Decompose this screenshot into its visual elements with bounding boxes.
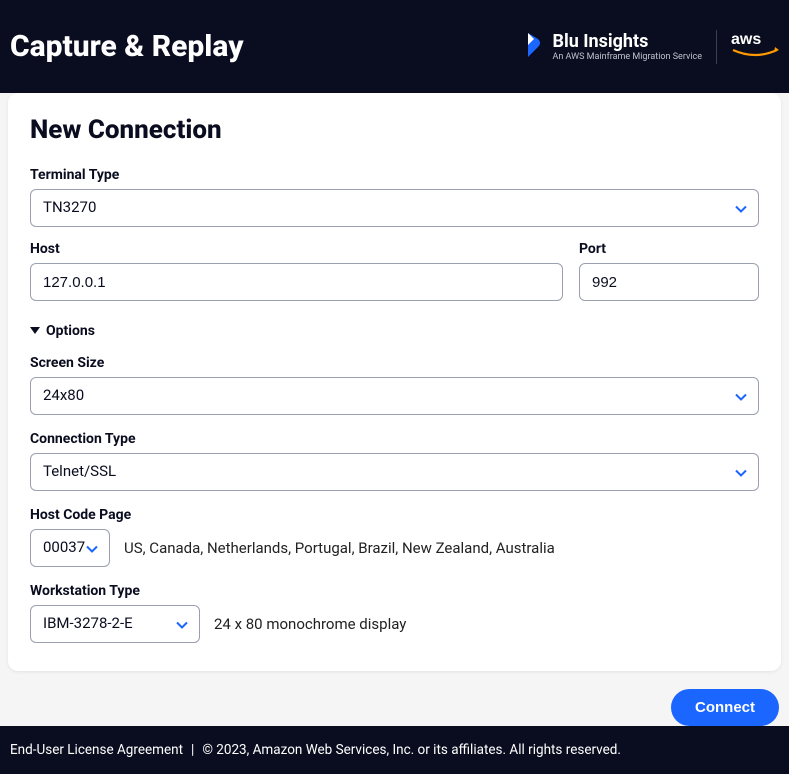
page-footer: End-User License Agreement | © 2023, Ama… bbox=[0, 726, 789, 774]
blu-logo-icon bbox=[524, 31, 544, 63]
options-label: Options bbox=[46, 323, 95, 339]
aws-logo-icon: aws bbox=[731, 30, 779, 64]
panel-title: New Connection bbox=[30, 115, 759, 145]
workstation-type-description: 24 x 80 monochrome display bbox=[214, 615, 406, 633]
brand-name: Blu Insights bbox=[552, 31, 702, 52]
host-input[interactable] bbox=[30, 263, 563, 301]
terminal-type-label: Terminal Type bbox=[30, 167, 759, 183]
blu-insights-brand: Blu Insights An AWS Mainframe Migration … bbox=[524, 31, 702, 63]
host-label: Host bbox=[30, 241, 563, 257]
port-label: Port bbox=[579, 241, 759, 257]
copyright-text: © 2023, Amazon Web Services, Inc. or its… bbox=[202, 742, 621, 758]
host-code-page-label: Host Code Page bbox=[30, 507, 759, 523]
screen-size-label: Screen Size bbox=[30, 355, 759, 371]
host-code-page-description: US, Canada, Netherlands, Portugal, Brazi… bbox=[124, 539, 555, 557]
brand-divider bbox=[716, 30, 717, 64]
svg-text:aws: aws bbox=[731, 31, 761, 48]
eula-link[interactable]: End-User License Agreement bbox=[10, 742, 183, 758]
brand-text: Blu Insights An AWS Mainframe Migration … bbox=[552, 31, 702, 62]
options-toggle[interactable]: Options bbox=[30, 323, 759, 339]
terminal-type-select[interactable]: TN3270 bbox=[30, 189, 759, 227]
new-connection-panel: New Connection Terminal Type TN3270 Host… bbox=[8, 93, 781, 671]
brand-subtitle: An AWS Mainframe Migration Service bbox=[552, 52, 702, 62]
connect-button[interactable]: Connect bbox=[671, 689, 779, 726]
connection-type-label: Connection Type bbox=[30, 431, 759, 447]
screen-size-select[interactable]: 24x80 bbox=[30, 377, 759, 415]
host-code-page-select[interactable]: 00037 bbox=[30, 529, 110, 567]
page-title: Capture & Replay bbox=[10, 29, 244, 64]
connection-type-select[interactable]: Telnet/SSL bbox=[30, 453, 759, 491]
action-bar: Connect bbox=[0, 671, 789, 726]
brand-block: Blu Insights An AWS Mainframe Migration … bbox=[524, 30, 779, 64]
caret-down-icon bbox=[30, 323, 40, 339]
footer-separator: | bbox=[191, 742, 194, 758]
workstation-type-label: Workstation Type bbox=[30, 583, 759, 599]
app-header: Capture & Replay Blu Insights An AWS Mai… bbox=[0, 0, 789, 93]
port-input[interactable] bbox=[579, 263, 759, 301]
workstation-type-select[interactable]: IBM-3278-2-E bbox=[30, 605, 200, 643]
